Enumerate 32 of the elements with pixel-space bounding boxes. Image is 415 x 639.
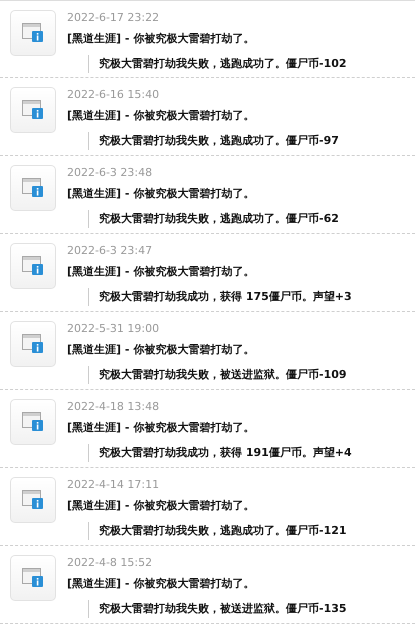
notice-time: 2022-6-17 23:22 (67, 11, 160, 25)
notice-title: [黑道生涯] - 你被究极大雷碧打劫了。 (67, 265, 256, 279)
notice-message: 究极大雷碧打劫我成功，获得 191僵尸币。声望+4 (88, 444, 352, 462)
notice-time: 2022-6-16 15:40 (67, 88, 160, 102)
notice-title: [黑道生涯] - 你被究极大雷碧打劫了。 (67, 421, 256, 435)
info-window-icon (22, 23, 44, 43)
notice-title: [黑道生涯] - 你被究极大雷碧打劫了。 (67, 577, 256, 591)
info-window-icon (22, 490, 44, 510)
info-window-icon (22, 334, 44, 354)
notice-time: 2022-4-18 13:48 (67, 400, 160, 414)
notice-title: [黑道生涯] - 你被究极大雷碧打劫了。 (67, 499, 256, 513)
notice-message: 究极大雷碧打劫我失败，被送进监狱。僵尸币-109 (88, 366, 347, 384)
notice-message: 究极大雷碧打劫我失败，逃跑成功了。僵尸币-97 (88, 132, 339, 150)
notice-message: 究极大雷碧打劫我失败，逃跑成功了。僵尸币-121 (88, 522, 347, 540)
notice-time: 2022-6-3 23:47 (67, 244, 154, 258)
info-window-icon (22, 568, 44, 588)
info-window-icon (22, 100, 44, 120)
notice-time: 2022-6-3 23:48 (67, 166, 154, 180)
info-window-icon (22, 412, 44, 432)
notice-message: 究极大雷碧打劫我成功，获得 175僵尸币。声望+3 (88, 288, 352, 306)
notice-message: 究极大雷碧打劫我失败，被送进监狱。僵尸币-135 (88, 600, 347, 618)
notice-message: 究极大雷碧打劫我失败，逃跑成功了。僵尸币-62 (88, 210, 339, 228)
notice-title: [黑道生涯] - 你被究极大雷碧打劫了。 (67, 187, 256, 201)
info-window-icon (22, 178, 44, 198)
notice-title: [黑道生涯] - 你被究极大雷碧打劫了。 (67, 343, 256, 357)
notice-title: [黑道生涯] - 你被究极大雷碧打劫了。 (67, 109, 256, 123)
notice-time: 2022-4-14 17:11 (67, 478, 160, 492)
notice-message: 究极大雷碧打劫我失败，逃跑成功了。僵尸币-102 (88, 55, 347, 73)
notice-time: 2022-4-8 15:52 (67, 556, 154, 570)
notice-title: [黑道生涯] - 你被究极大雷碧打劫了。 (67, 32, 256, 46)
info-window-icon (22, 256, 44, 276)
notice-time: 2022-5-31 19:00 (67, 322, 160, 336)
